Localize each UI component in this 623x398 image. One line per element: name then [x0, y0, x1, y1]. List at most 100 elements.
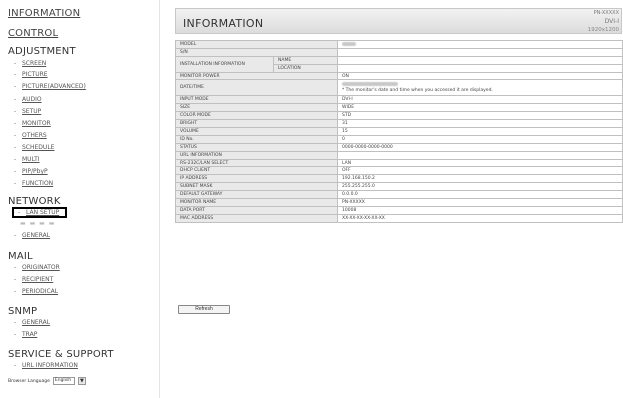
nav-multi[interactable]: - MULTI — [14, 156, 40, 163]
table-row: IP ADDRESS 192.168.150.2 — [175, 174, 623, 184]
row-sublabel: LOCATION — [273, 63, 338, 73]
nav-function[interactable]: - FUNCTION — [14, 180, 53, 187]
row-label: S/N — [175, 47, 338, 57]
table-row: DHCP CLIENT OFF — [175, 166, 623, 176]
row-value: PN-XXXXX — [337, 198, 623, 207]
nav-picture[interactable]: - PICTURE — [14, 71, 48, 78]
nav-schedule[interactable]: - SCHEDULE — [14, 144, 54, 151]
row-label: STATUS — [175, 142, 338, 152]
table-row: URL INFORMATION — [175, 150, 623, 160]
row-value — [337, 40, 623, 49]
table-row: S/N — [175, 47, 623, 57]
row-label: RS-232C/LAN SELECT — [175, 158, 338, 168]
table-row: STATUS 0000-0000-0000-0000 — [175, 142, 623, 152]
row-label: BRIGHT — [175, 119, 338, 129]
table-row: VOLUME 15 — [175, 127, 623, 136]
row-value: XX-XX-XX-XX-XX-XX — [337, 213, 623, 223]
row-value: STD — [337, 111, 623, 121]
table-row: INSTALLATION INFORMATION NAME — [175, 55, 623, 73]
header-resolution: 1920x1200 — [587, 27, 619, 33]
header-input-mode: DVI-I — [604, 18, 619, 25]
row-label: SUBNET MASK — [175, 182, 338, 192]
row-value: OFF — [337, 166, 623, 176]
table-row: DATA PORT 10008 — [175, 205, 623, 215]
row-label: URL INFORMATION — [175, 150, 338, 160]
row-label: DEFAULT GATEWAY — [175, 190, 338, 200]
nav-others[interactable]: - OTHERS — [14, 132, 47, 139]
table-row: MAC ADDRESS XX-XX-XX-XX-XX-XX — [175, 213, 623, 223]
browser-language-select[interactable]: English — [52, 377, 75, 385]
row-label: MAC ADDRESS — [175, 213, 338, 223]
row-label: ID No. — [175, 134, 338, 144]
row-value: 0 — [337, 134, 623, 144]
section-network-title: NETWORK — [8, 196, 61, 207]
chevron-down-icon[interactable]: ▼ — [77, 377, 86, 385]
row-label: COLOR MODE — [175, 111, 338, 121]
page-header: INFORMATION PN-XXXXX DVI-I 1920x1200 — [175, 8, 622, 34]
row-label: SIZE — [175, 103, 338, 113]
section-mail-title: MAIL — [8, 251, 33, 262]
sidebar-nav: INFORMATION CONTROL ADJUSTMENT - SCREEN -… — [0, 0, 160, 398]
row-label: VOLUME — [175, 127, 338, 136]
row-value: * The monitor's date and time when you a… — [337, 79, 623, 97]
redacted-value — [342, 82, 398, 87]
section-snmp-title: SNMP — [8, 306, 38, 317]
refresh-button[interactable]: Refresh — [178, 305, 230, 314]
row-value: ON — [337, 71, 623, 81]
nav-originator[interactable]: - ORIGINATOR — [14, 264, 60, 271]
page-title: INFORMATION — [183, 17, 264, 30]
table-row: BRIGHT 31 — [175, 119, 623, 129]
row-value: 31 — [337, 119, 623, 129]
table-row: DEFAULT GATEWAY 0.0.0.0 — [175, 190, 623, 200]
row-value: 10008 — [337, 205, 623, 215]
row-label: DATA PORT — [175, 205, 338, 215]
section-service-title: SERVICE & SUPPORT — [8, 349, 114, 360]
table-row: SIZE WIDE — [175, 103, 623, 113]
row-value: WIDE — [337, 103, 623, 113]
row-value: 15 — [337, 127, 623, 136]
main-content: INFORMATION PN-XXXXX DVI-I 1920x1200 MOD… — [168, 0, 623, 398]
information-table: MODEL S/N INSTALLATION INFORMATION NAME … — [175, 40, 623, 223]
row-label: INPUT MODE — [175, 95, 338, 105]
row-value: 192.168.150.2 — [337, 174, 623, 184]
row-sublabel: NAME — [273, 55, 338, 65]
nav-screen[interactable]: - SCREEN — [14, 60, 46, 67]
row-label: INSTALLATION INFORMATION — [175, 55, 274, 73]
row-value — [337, 63, 623, 73]
table-row: COLOR MODE STD — [175, 111, 623, 121]
nav-recipient[interactable]: - RECIPIENT — [14, 276, 53, 283]
redacted-value — [342, 41, 356, 46]
row-value — [337, 55, 623, 65]
table-row: DATE/TIME * The monitor's date and time … — [175, 79, 623, 97]
nav-url-information[interactable]: - URL INFORMATION — [14, 362, 78, 369]
nav-periodical[interactable]: - PERIODICAL — [14, 288, 58, 295]
section-adjustment-title: ADJUSTMENT — [8, 46, 76, 57]
row-value: LAN — [337, 158, 623, 168]
nav-picture-advanced[interactable]: - PICTURE(ADVANCED) — [14, 83, 86, 90]
nav-audio[interactable]: - AUDIO — [14, 96, 42, 103]
browser-language-label: Browser Language — [8, 378, 50, 384]
table-row: INPUT MODE DVI-I — [175, 95, 623, 105]
row-value: 0.0.0.0 — [337, 190, 623, 200]
nav-network-general[interactable]: - GENERAL — [14, 232, 50, 239]
hidden-link-fragment: ▬ ▬ ▬ ▬ — [20, 220, 56, 227]
row-label: DHCP CLIENT — [175, 166, 338, 176]
nav-lan-setup[interactable]: - LAN SETUP — [12, 207, 68, 218]
nav-setup[interactable]: - SETUP — [14, 108, 41, 115]
nav-monitor[interactable]: - MONITOR — [14, 120, 51, 127]
date-time-note: * The monitor's date and time when you a… — [342, 88, 493, 94]
table-row: MODEL — [175, 40, 623, 49]
row-label: MONITOR NAME — [175, 198, 338, 207]
row-label: MONITOR POWER — [175, 71, 338, 81]
row-label: MODEL — [175, 40, 338, 49]
row-label: IP ADDRESS — [175, 174, 338, 184]
nav-control[interactable]: CONTROL — [8, 28, 58, 39]
table-row: MONITOR NAME PN-XXXXX — [175, 198, 623, 207]
row-value: DVI-I — [337, 95, 623, 105]
table-row: MONITOR POWER ON — [175, 71, 623, 81]
row-label: DATE/TIME — [175, 79, 338, 97]
nav-pip-pbyp[interactable]: - PIP/PbyP — [14, 168, 48, 175]
nav-snmp-general[interactable]: - GENERAL — [14, 319, 50, 326]
nav-trap[interactable]: - TRAP — [14, 331, 37, 338]
nav-information[interactable]: INFORMATION — [8, 8, 80, 19]
